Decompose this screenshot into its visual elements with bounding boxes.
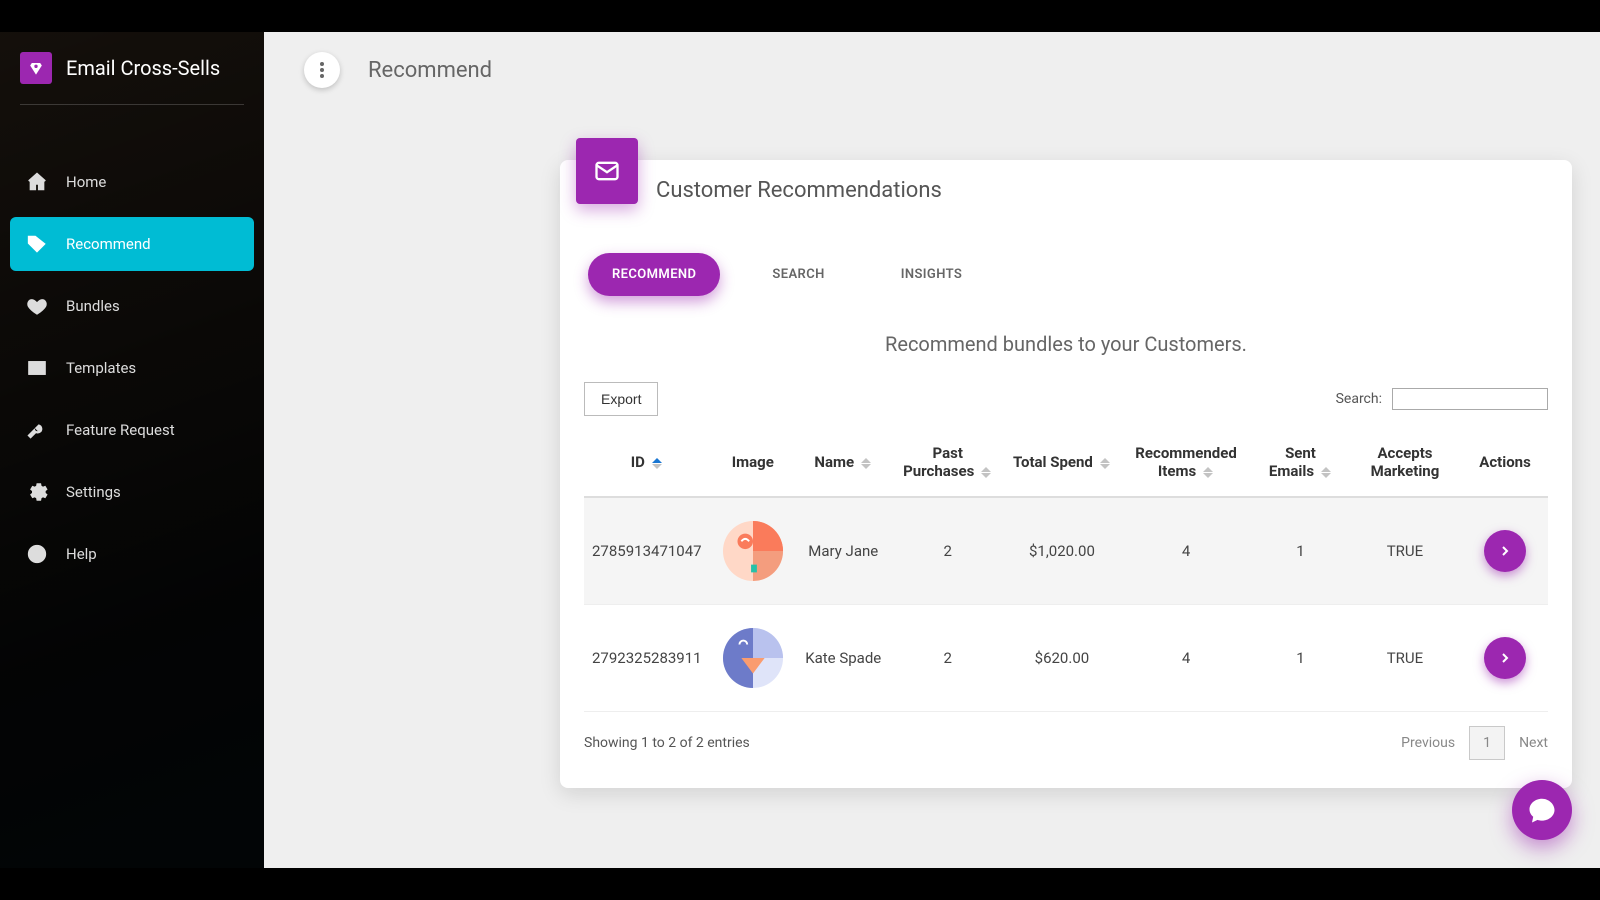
main: Recommend Customer Recommendations RECOM… — [264, 32, 1600, 868]
sidebar-item-label: Templates — [66, 359, 136, 377]
chat-icon — [1527, 795, 1557, 825]
page-title: Recommend — [368, 58, 492, 83]
sidebar-item-label: Help — [66, 545, 97, 563]
nav: Home Recommend Bundles Templates — [0, 155, 264, 581]
brand: Email Cross-Sells — [0, 32, 264, 104]
cell-name: Mary Jane — [796, 497, 891, 605]
cell-accepts-marketing: TRUE — [1348, 497, 1462, 605]
col-header-image[interactable]: Image — [710, 434, 796, 497]
divider — [20, 104, 244, 105]
cell-image — [710, 605, 796, 712]
sidebar-item-templates[interactable]: Templates — [10, 341, 254, 395]
col-header-name[interactable]: Name — [796, 434, 891, 497]
sidebar-item-label: Bundles — [66, 297, 120, 315]
cell-past-purchases: 2 — [891, 497, 1005, 605]
tabs: RECOMMEND SEARCH INSIGHTS — [584, 253, 1548, 296]
cell-sent-emails: 1 — [1253, 497, 1348, 605]
row-action-button[interactable] — [1484, 637, 1526, 679]
home-icon — [26, 171, 48, 193]
sidebar-item-home[interactable]: Home — [10, 155, 254, 209]
avatar-icon — [722, 520, 784, 582]
topbar: Recommend — [264, 32, 1600, 88]
chevron-right-icon — [1497, 650, 1513, 666]
table-row: 2792325283911 Kate Spade — [584, 605, 1548, 712]
col-header-past-purchases[interactable]: Past Purchases — [891, 434, 1005, 497]
pager-previous[interactable]: Previous — [1401, 735, 1455, 751]
mail-icon — [26, 357, 48, 379]
cell-actions — [1462, 605, 1548, 712]
pager-next[interactable]: Next — [1519, 735, 1548, 751]
row-action-button[interactable] — [1484, 530, 1526, 572]
tab-search[interactable]: SEARCH — [748, 253, 848, 296]
cell-id: 2792325283911 — [584, 605, 710, 712]
chevron-right-icon — [1497, 543, 1513, 559]
recommendations-card: Customer Recommendations RECOMMEND SEARC… — [560, 160, 1572, 788]
cell-sent-emails: 1 — [1253, 605, 1348, 712]
cell-recommended-items: 4 — [1119, 497, 1253, 605]
cell-actions — [1462, 497, 1548, 605]
brand-logo-icon — [20, 52, 52, 84]
customers-table: ID Image Name Past Purchases Total Spend… — [584, 434, 1548, 712]
pagination-info: Showing 1 to 2 of 2 entries — [584, 735, 750, 751]
tag-icon — [26, 233, 48, 255]
cell-id: 2785913471047 — [584, 497, 710, 605]
sidebar: Email Cross-Sells Home Recommend Bundl — [0, 32, 264, 868]
heart-icon — [26, 295, 48, 317]
pager-page[interactable]: 1 — [1469, 726, 1505, 760]
cell-total-spend: $1,020.00 — [1005, 497, 1119, 605]
cell-past-purchases: 2 — [891, 605, 1005, 712]
search-input[interactable] — [1392, 388, 1548, 410]
tab-recommend[interactable]: RECOMMEND — [588, 253, 720, 296]
pager: Previous 1 Next — [1401, 726, 1548, 760]
sidebar-item-bundles[interactable]: Bundles — [10, 279, 254, 333]
cell-recommended-items: 4 — [1119, 605, 1253, 712]
tab-insights[interactable]: INSIGHTS — [877, 253, 987, 296]
sidebar-item-help[interactable]: Help — [10, 527, 254, 581]
table-toolbar: Export Search: — [584, 382, 1548, 416]
sidebar-item-label: Recommend — [66, 235, 151, 253]
sidebar-item-settings[interactable]: Settings — [10, 465, 254, 519]
avatar-icon — [722, 627, 784, 689]
section-subtitle: Recommend bundles to your Customers. — [584, 332, 1548, 356]
search-label: Search: — [1336, 391, 1382, 407]
gear-icon — [26, 481, 48, 503]
sidebar-item-label: Settings — [66, 483, 121, 501]
table-row: 2785913471047 Mary Jane — [584, 497, 1548, 605]
cell-image — [710, 497, 796, 605]
help-icon — [26, 543, 48, 565]
col-header-total-spend[interactable]: Total Spend — [1005, 434, 1119, 497]
cell-total-spend: $620.00 — [1005, 605, 1119, 712]
table-footer: Showing 1 to 2 of 2 entries Previous 1 N… — [584, 726, 1548, 760]
search-wrap: Search: — [1336, 388, 1548, 410]
col-header-sent-emails[interactable]: Sent Emails — [1253, 434, 1348, 497]
card-header-icon — [576, 138, 638, 204]
sidebar-item-recommend[interactable]: Recommend — [10, 217, 254, 271]
more-button[interactable] — [304, 52, 340, 88]
sidebar-item-label: Feature Request — [66, 421, 175, 439]
app-title: Email Cross-Sells — [66, 56, 220, 80]
cell-accepts-marketing: TRUE — [1348, 605, 1462, 712]
col-header-id[interactable]: ID — [584, 434, 710, 497]
col-header-recommended-items[interactable]: Recommended Items — [1119, 434, 1253, 497]
sidebar-item-feature-request[interactable]: Feature Request — [10, 403, 254, 457]
col-header-actions: Actions — [1462, 434, 1548, 497]
cell-name: Kate Spade — [796, 605, 891, 712]
col-header-accepts-marketing[interactable]: Accepts Marketing — [1348, 434, 1462, 497]
sidebar-item-label: Home — [66, 173, 106, 191]
wrench-icon — [26, 419, 48, 441]
export-button[interactable]: Export — [584, 382, 658, 416]
card-title: Customer Recommendations — [656, 178, 1548, 203]
chat-fab[interactable] — [1512, 780, 1572, 840]
